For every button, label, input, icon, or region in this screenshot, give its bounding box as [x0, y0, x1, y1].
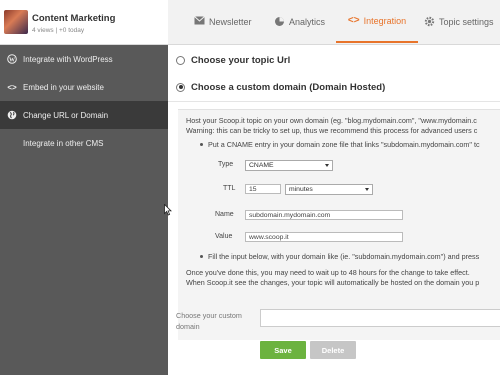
- sidebar-item-label: Embed in your website: [23, 82, 104, 92]
- sidebar-item-change-url[interactable]: Change URL or Domain: [0, 101, 174, 129]
- type-select[interactable]: CNAME: [245, 160, 333, 171]
- app-frame: Content Marketing 4 views | +0 today New…: [0, 0, 500, 375]
- name-field[interactable]: subdomain.mydomain.com: [245, 210, 403, 220]
- custom-domain-input[interactable]: [260, 309, 500, 327]
- bullet: [200, 255, 203, 258]
- sidebar-item-embed[interactable]: <> Embed in your website: [0, 73, 168, 101]
- type-select-value: CNAME: [249, 162, 274, 169]
- topic-url-label: Choose your topic Url: [191, 54, 291, 66]
- ttl-unit-value: minutes: [289, 186, 313, 193]
- tab-integration[interactable]: <> Integration: [336, 0, 418, 43]
- sidebar-item-other-cms[interactable]: Integrate in other CMS: [0, 129, 168, 157]
- globe-icon: [6, 109, 18, 121]
- svg-text:W: W: [9, 57, 15, 63]
- tab-newsletter[interactable]: Newsletter: [194, 0, 252, 43]
- tab-topic-settings[interactable]: Topic settings: [424, 0, 494, 43]
- code-icon: <>: [7, 82, 17, 92]
- fill-instruction: Fill the input below, with your domain l…: [208, 252, 480, 261]
- tab-bar: Newsletter Analytics <> Integration Topi…: [168, 0, 500, 44]
- save-button[interactable]: Save: [260, 341, 306, 359]
- code-icon: <>: [347, 15, 360, 26]
- ttl-input[interactable]: 15: [245, 184, 281, 194]
- wait-notice: Once you've done this, you may need to w…: [186, 268, 470, 277]
- sidebar-item-label: Change URL or Domain: [23, 110, 109, 120]
- cname-form: Type CNAME TTL 15 minutes Name subdomain…: [210, 154, 410, 249]
- instructions-line: Host your Scoop.it topic on your own dom…: [186, 116, 477, 125]
- tab-integration-label: Integration: [363, 15, 407, 26]
- topic-header[interactable]: Content Marketing 4 views | +0 today: [0, 0, 168, 44]
- envelope-icon: [194, 16, 205, 27]
- chevron-down-icon: [325, 164, 329, 167]
- value-label: Value: [215, 233, 233, 240]
- value-field[interactable]: www.scoop.it: [245, 232, 403, 242]
- ttl-unit-select[interactable]: minutes: [285, 184, 373, 195]
- type-label: Type: [218, 161, 234, 168]
- hosting-notice: When Scoop.it see the changes, your topi…: [186, 278, 480, 287]
- mouse-cursor-icon: [164, 204, 172, 216]
- tab-newsletter-label: Newsletter: [209, 16, 252, 27]
- option-custom-domain[interactable]: Choose a custom domain (Domain Hosted): [168, 73, 500, 102]
- sidebar: W Integrate with WordPress <> Embed in y…: [0, 45, 174, 375]
- custom-domain-radio[interactable]: [176, 82, 185, 92]
- tab-topic-settings-label: Topic settings: [439, 16, 494, 27]
- sidebar-item-label: Integrate with WordPress: [23, 54, 113, 64]
- sidebar-item-wordpress[interactable]: W Integrate with WordPress: [0, 45, 168, 73]
- topic-stats: 4 views | +0 today: [32, 27, 85, 34]
- topic-url-radio[interactable]: [176, 55, 185, 65]
- warning-line: Warning: this can be tricky to set up, t…: [186, 126, 478, 135]
- bullet: [200, 143, 203, 146]
- custom-domain-label: Choose a custom domain (Domain Hosted): [191, 81, 386, 93]
- cname-instruction: Put a CNAME entry in your domain zone fi…: [208, 140, 480, 149]
- chevron-down-icon: [365, 188, 369, 191]
- delete-button[interactable]: Delete: [310, 341, 356, 359]
- custom-domain-panel: Host your Scoop.it topic on your own dom…: [178, 109, 500, 340]
- topic-thumbnail: [4, 10, 28, 34]
- name-label: Name: [215, 211, 234, 218]
- top-bar: Content Marketing 4 views | +0 today New…: [0, 0, 500, 45]
- tab-analytics-label: Analytics: [289, 16, 326, 27]
- ttl-label: TTL: [223, 185, 236, 192]
- gear-icon: [424, 16, 435, 27]
- wordpress-icon: W: [6, 53, 18, 65]
- custom-domain-field-label: Choose your custom domain: [176, 311, 242, 331]
- option-topic-url[interactable]: Choose your topic Url: [168, 47, 500, 74]
- sidebar-item-label: Integrate in other CMS: [23, 138, 104, 148]
- main-content: Choose your topic Url Choose a custom do…: [168, 45, 500, 375]
- pie-chart-icon: [274, 16, 285, 27]
- topic-title: Content Marketing: [32, 13, 116, 24]
- tab-analytics[interactable]: Analytics: [274, 0, 325, 43]
